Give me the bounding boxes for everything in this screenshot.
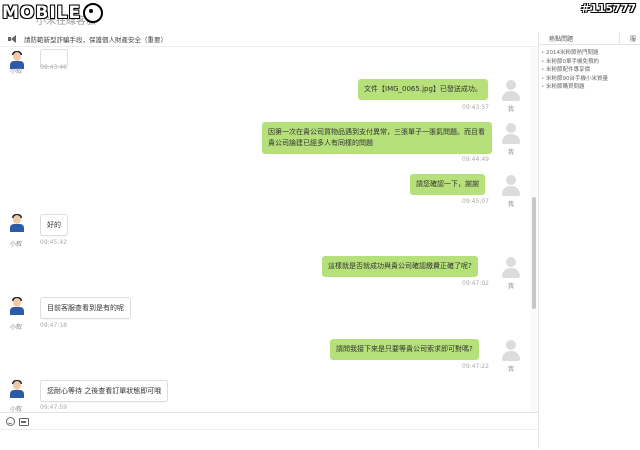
mobile01-watermark-logo: MOBILE (2, 0, 104, 26)
agent-avatar (8, 297, 26, 315)
user-avatar (500, 123, 522, 145)
message-time: 09:43:46 (40, 64, 67, 71)
sender-name: 我 (508, 366, 515, 373)
tab-service[interactable]: 服 (619, 32, 636, 44)
notice-text: 請防範新型詐騙手段，保護個人財產安全（重要） (24, 36, 167, 44)
right-panel-tabs: 熱點問題 服 (539, 32, 640, 45)
message-bubble: 好的 (40, 214, 68, 236)
chat-scrollbar[interactable] (530, 47, 538, 412)
speaker-icon (8, 35, 18, 43)
message-bubble: 您耐心等待 之後查看訂單狀態即可哦 (40, 380, 169, 402)
message-bubble: 請您確認一下，謝謝 (410, 174, 485, 195)
agent-avatar (8, 380, 26, 398)
message-time: 09:47:22 (462, 363, 489, 370)
tab-hot-questions[interactable]: 熱點問題 (539, 32, 619, 44)
user-avatar (500, 80, 522, 102)
message-time: 09:47:59 (40, 404, 67, 411)
sender-name: 小叙 (10, 241, 23, 248)
sender-name: 小叙 (10, 324, 23, 331)
message-time: 09:45:07 (462, 198, 489, 205)
emoji-icon[interactable] (6, 417, 15, 426)
message-input[interactable] (0, 429, 538, 450)
message-bubble: 這樣就是否就成功與貴公司確認繳費正確了呢? (322, 256, 478, 277)
message-bubble: 目前客服查看到是有的呢 (40, 297, 131, 319)
image-icon[interactable] (19, 418, 29, 426)
message-time: 09:47:18 (40, 322, 67, 329)
chat-message-area[interactable]: 小叙 09:43:46 文件【IMG_0065.jpg】已發送成功。 我 09:… (0, 47, 530, 413)
sender-name: 我 (508, 283, 515, 290)
hot-question-link[interactable]: 米粉節0單手機免預約 (541, 58, 640, 67)
message-composer (0, 412, 538, 450)
sender-name: 我 (508, 201, 515, 208)
message-bubble: 請問我接下來是只要等貴公司索求即可對嗎? (330, 339, 479, 360)
user-avatar (500, 257, 522, 279)
sender-name: 我 (508, 149, 515, 156)
message-time: 09:43:57 (462, 104, 489, 111)
hot-question-link[interactable]: 米粉節配件專享價 (541, 66, 640, 75)
hot-question-link[interactable]: 米粉節90台手機小米質量 (541, 75, 640, 84)
user-avatar (500, 340, 522, 362)
watermark-ring-icon (83, 3, 104, 23)
hot-question-link[interactable]: 米粉節購買問題 (541, 83, 640, 92)
message-bubble: 文件【IMG_0065.jpg】已發送成功。 (358, 79, 488, 100)
hot-questions-list: 2014米粉節熱門問題 米粉節0單手機免預約 米粉節配件專享價 米粉節90台手機… (541, 49, 640, 92)
composer-toolbar (6, 417, 538, 426)
scrollbar-thumb[interactable] (532, 197, 536, 309)
agent-avatar (8, 214, 26, 232)
message-time: 09:44:49 (462, 156, 489, 163)
user-avatar (500, 175, 522, 197)
message-bubble: 因第一次在貴公司買物品遇到支付異常，三張單子一張氣問題。而且看貴公司論建已經多人… (262, 122, 492, 154)
post-id-watermark: #115777 (580, 2, 636, 15)
sender-name: 小叙 (10, 68, 23, 75)
message-time: 09:47:02 (462, 280, 489, 287)
message-time: 09:45:42 (40, 239, 67, 246)
hot-question-link[interactable]: 2014米粉節熱門問題 (541, 49, 640, 58)
sender-name: 我 (508, 106, 515, 113)
right-panel: 熱點問題 服 2014米粉節熱門問題 米粉節0單手機免預約 米粉節配件專享價 米… (538, 32, 640, 449)
notice-bar: 請防範新型詐騙手段，保護個人財產安全（重要） (0, 32, 538, 47)
